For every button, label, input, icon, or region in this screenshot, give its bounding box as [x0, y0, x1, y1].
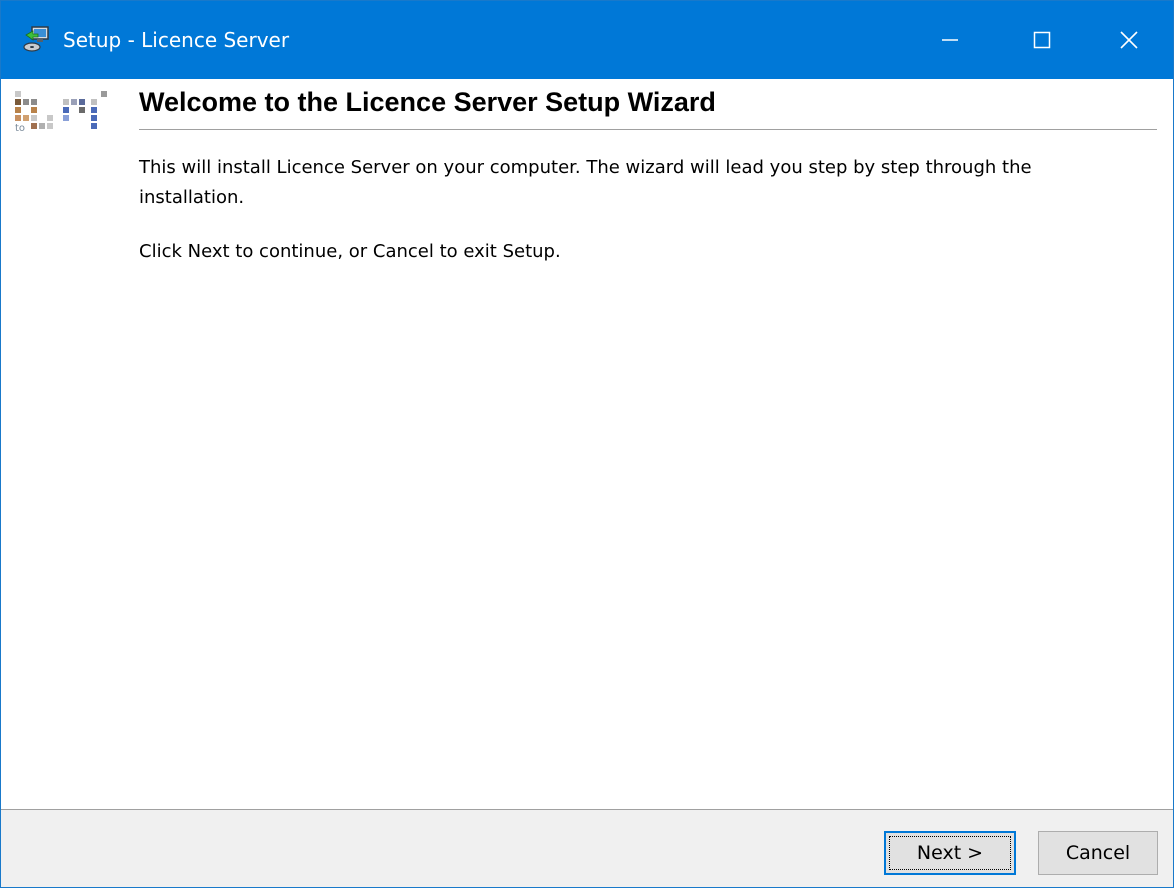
computer-install-icon — [23, 26, 49, 52]
setup-window: Setup - Licence Server to Welcome to the… — [0, 0, 1174, 888]
cancel-button[interactable]: Cancel — [1038, 831, 1158, 875]
logo-text: to — [15, 123, 25, 134]
maximize-icon — [1033, 31, 1051, 49]
intro-paragraph: This will install Licence Server on your… — [139, 157, 1032, 208]
title-divider — [139, 129, 1157, 131]
minimize-icon — [942, 39, 958, 41]
page-title: Welcome to the Licence Server Setup Wiza… — [139, 87, 716, 117]
title-bar[interactable]: Setup - Licence Server — [1, 1, 1173, 79]
instruction-paragraph: Click Next to continue, or Cancel to exi… — [139, 241, 561, 262]
next-button[interactable]: Next > — [884, 831, 1016, 875]
minimize-button[interactable] — [904, 1, 996, 79]
close-button[interactable] — [1084, 1, 1173, 79]
company-logo: to — [15, 91, 107, 134]
window-title: Setup - Licence Server — [63, 28, 290, 52]
close-icon — [1119, 31, 1138, 49]
maximize-button[interactable] — [996, 1, 1088, 79]
next-button-label: Next > — [916, 842, 984, 864]
cancel-button-label: Cancel — [1065, 842, 1131, 864]
